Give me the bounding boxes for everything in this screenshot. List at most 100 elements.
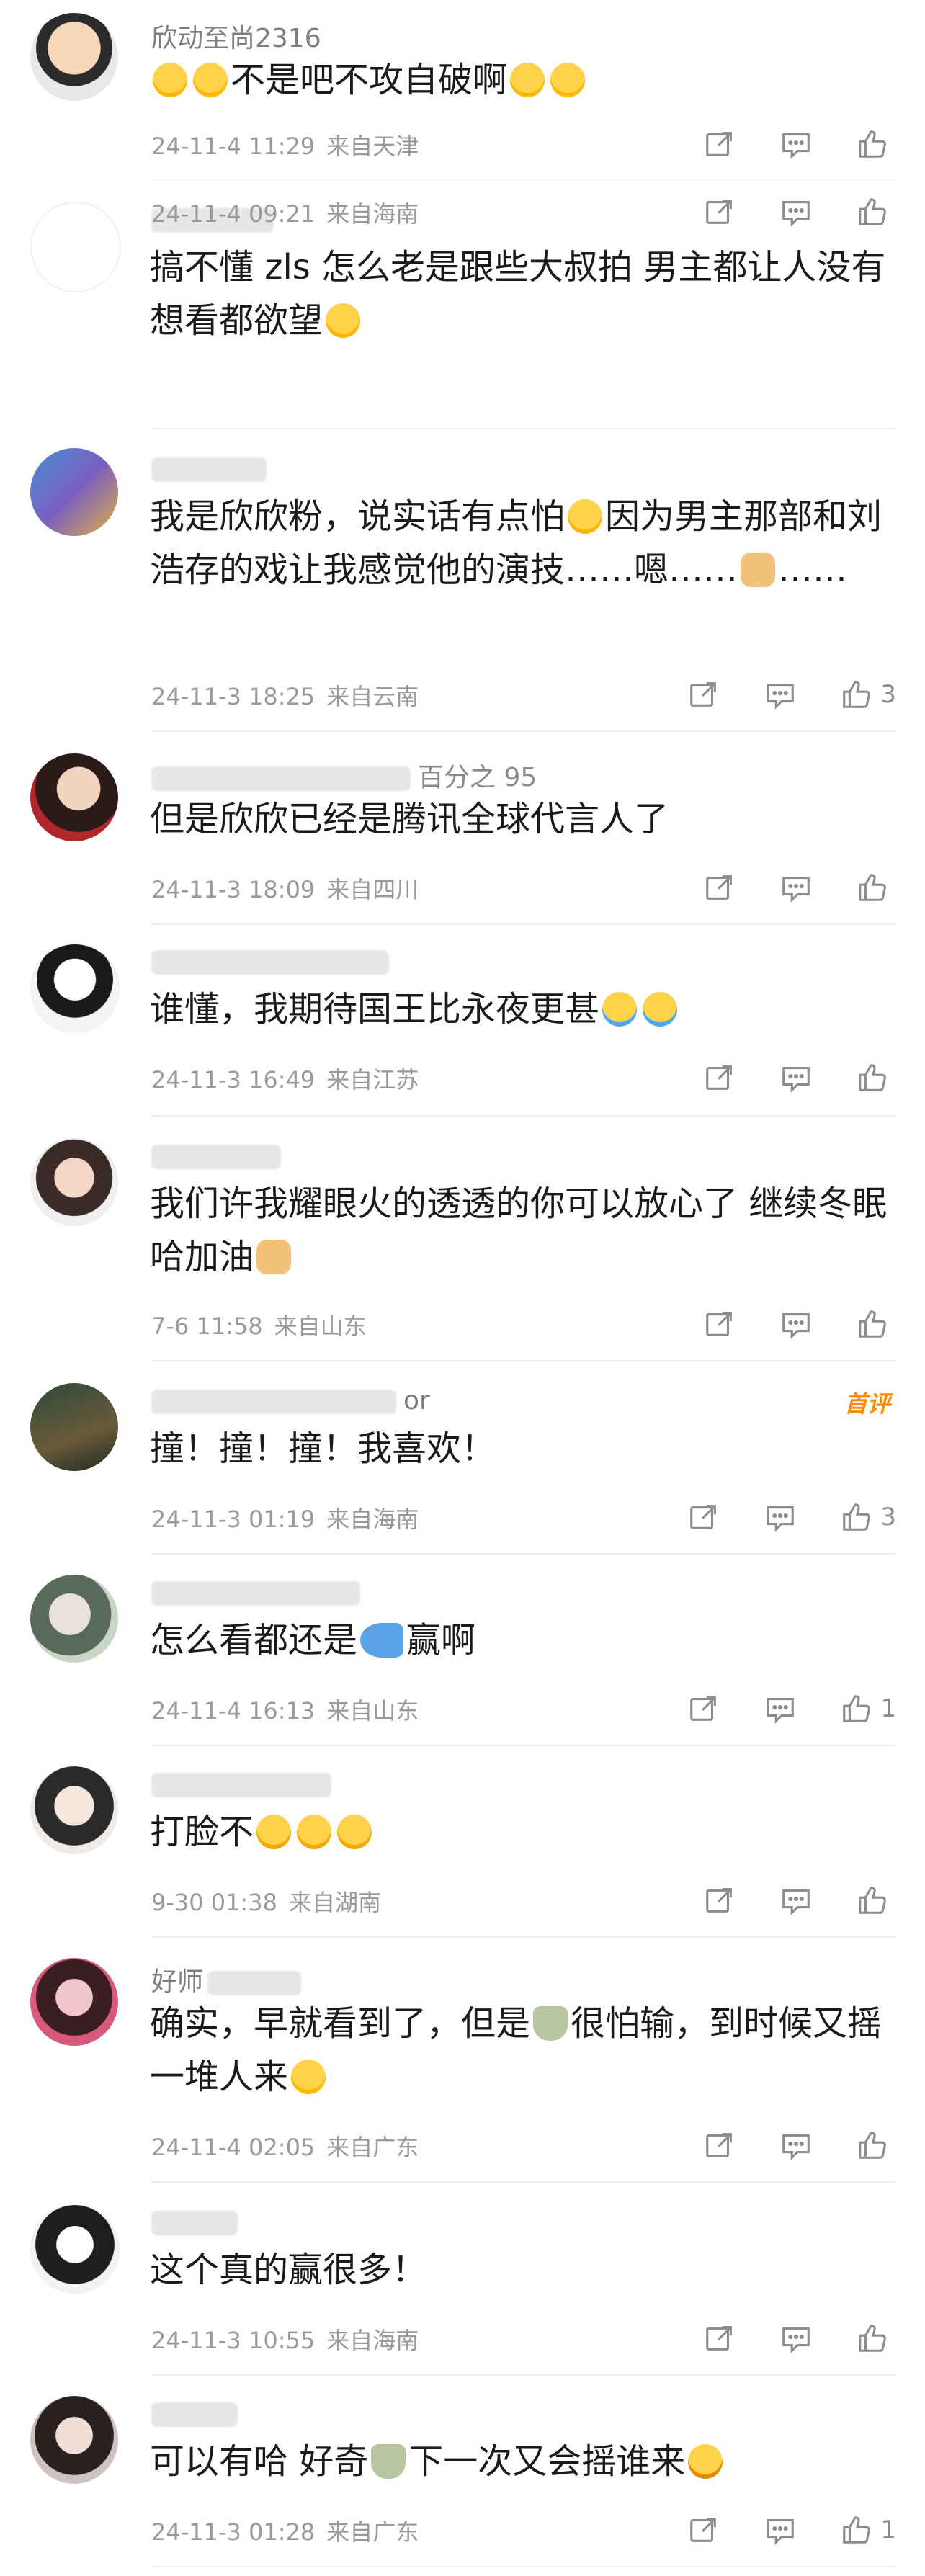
crying-emoji-icon	[643, 992, 678, 1027]
username[interactable]: 百分之 95	[151, 756, 537, 794]
like-button[interactable]	[856, 1884, 896, 1917]
avatar[interactable]	[30, 1575, 118, 1663]
comment-meta: 24-11-4 02:05 来自广东	[151, 2129, 419, 2163]
username[interactable]: 欣动至尚2316	[151, 17, 321, 55]
tea-emoji-icon	[533, 2006, 568, 2041]
username[interactable]: 好师	[151, 1961, 308, 1998]
share-button[interactable]	[703, 2322, 736, 2355]
share-button[interactable]	[703, 1061, 736, 1094]
comment-location: 来自湖南	[289, 1889, 382, 1916]
doge-emoji-icon	[741, 553, 776, 587]
avatar[interactable]	[30, 13, 118, 101]
share-button[interactable]	[703, 2129, 736, 2162]
reply-button[interactable]	[764, 2513, 797, 2546]
like-button[interactable]	[856, 2129, 896, 2162]
laughing-tears-emoji-icon	[291, 2060, 326, 2094]
thumbs-up-icon	[859, 874, 886, 901]
comment-text-segment: 但是欣欣已经是腾讯全球代言人了	[150, 799, 669, 839]
reply-button[interactable]	[764, 678, 797, 711]
like-count: 1	[880, 2515, 896, 2544]
like-button[interactable]	[856, 1061, 896, 1094]
share-button[interactable]	[703, 1307, 736, 1341]
divider	[151, 428, 896, 429]
avatar[interactable]	[30, 944, 120, 1033]
share-button[interactable]	[687, 678, 720, 711]
divider	[151, 923, 896, 925]
like-button[interactable]: 3	[840, 678, 896, 711]
username[interactable]	[151, 1141, 288, 1171]
username[interactable]	[151, 454, 274, 483]
avatar[interactable]	[30, 2204, 120, 2294]
reply-button[interactable]	[764, 1501, 797, 1534]
like-button[interactable]: 1	[840, 2513, 896, 2546]
username[interactable]	[151, 2207, 245, 2237]
reply-button[interactable]	[779, 195, 813, 228]
comment-text: 怎么看都还是 赢啊	[150, 1614, 899, 1667]
share-button[interactable]	[687, 2513, 720, 2546]
avatar[interactable]	[30, 1138, 118, 1226]
username[interactable]	[151, 1769, 339, 1799]
comment-text-segment: 我是欣欣粉，说实话有点怕	[150, 496, 566, 537]
comment-actions	[660, 122, 896, 166]
username[interactable]	[151, 1578, 367, 1607]
share-button[interactable]	[703, 871, 736, 904]
share-icon	[706, 1312, 732, 1336]
share-button[interactable]	[703, 128, 736, 161]
reply-button[interactable]	[779, 1061, 813, 1094]
avatar[interactable]	[30, 1383, 118, 1471]
like-button[interactable]	[856, 128, 896, 161]
share-button[interactable]	[703, 195, 736, 228]
username[interactable]: or	[151, 1386, 430, 1416]
comment-text-segment: 搞不懂 zls 怎么老是跟些大叔拍 男主都让人没有想看都欲望	[150, 247, 886, 341]
avatar[interactable]	[30, 1766, 118, 1854]
comment-meta: 24-11-3 18:09 来自四川	[151, 872, 419, 905]
comment-date: 24-11-3 10:55	[151, 2327, 316, 2354]
divider	[151, 1360, 896, 1361]
comment-text-segment: 不是吧不攻自破啊	[231, 60, 508, 100]
thumbs-up-icon	[859, 130, 886, 158]
reply-button[interactable]	[779, 871, 813, 904]
comment-location: 来自天津	[326, 133, 419, 160]
reply-button[interactable]	[779, 2322, 813, 2355]
comment-text: 撞！撞！撞！我喜欢！	[150, 1422, 899, 1475]
avatar[interactable]	[30, 448, 118, 536]
avatar[interactable]	[30, 753, 118, 841]
username-text: 欣动至尚2316	[151, 24, 321, 53]
comment-icon	[782, 2134, 810, 2160]
comment-text-segment: 下一次又会摇谁来	[408, 2441, 686, 2482]
like-button[interactable]: 3	[840, 1501, 896, 1534]
share-button[interactable]	[687, 1692, 720, 1725]
reply-button[interactable]	[779, 128, 813, 161]
avatar[interactable]	[30, 2396, 118, 2484]
reply-button[interactable]	[764, 1692, 797, 1725]
share-button[interactable]	[687, 1501, 720, 1534]
comment-text-segment: 打脸不	[150, 1812, 254, 1852]
reply-button[interactable]	[779, 1307, 813, 1341]
divider	[151, 730, 896, 732]
comment-text: 搞不懂 zls 怎么老是跟些大叔拍 男主都让人没有想看都欲望	[150, 241, 899, 347]
like-button[interactable]	[856, 1307, 896, 1341]
username[interactable]	[151, 947, 396, 976]
like-button[interactable]: 1	[840, 1692, 896, 1725]
like-button[interactable]	[856, 195, 896, 228]
share-icon	[706, 200, 732, 224]
avatar[interactable]	[30, 202, 121, 292]
reply-button[interactable]	[779, 1884, 813, 1917]
username[interactable]	[151, 2399, 245, 2428]
reply-button[interactable]	[779, 2129, 813, 2162]
comment-icon	[767, 684, 795, 710]
comment-icon	[767, 1698, 795, 1724]
like-button[interactable]	[856, 2322, 896, 2355]
like-count: 1	[880, 1694, 896, 1723]
share-button[interactable]	[703, 1884, 736, 1917]
thumbs-up-icon	[843, 681, 871, 708]
comment-meta: 24-11-3 16:49 来自江苏	[151, 1062, 419, 1095]
comment-date: 24-11-4 16:13	[151, 1697, 316, 1725]
comment-text: 但是欣欣已经是腾讯全球代言人了	[150, 792, 899, 846]
avatar[interactable]	[30, 1958, 118, 2046]
comment-location: 来自云南	[326, 683, 419, 710]
comment-meta: 24-11-3 01:28 来自广东	[151, 2514, 419, 2547]
comment-icon	[782, 201, 810, 227]
like-button[interactable]	[856, 871, 896, 904]
laughing-tears-emoji-icon	[153, 63, 187, 97]
